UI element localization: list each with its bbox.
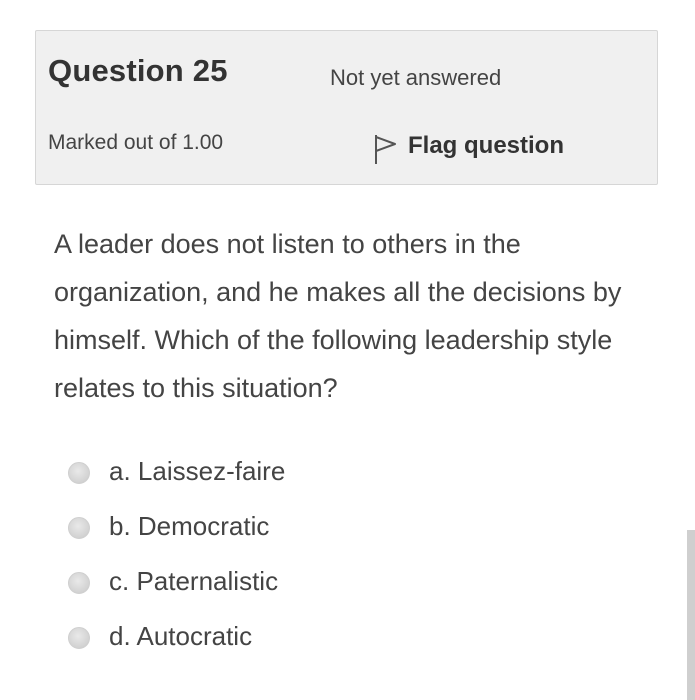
answer-option-a[interactable]: a. Laissez-faire (66, 450, 566, 505)
question-state: Not yet answered (330, 65, 502, 90)
flag-icon (375, 135, 396, 164)
scrollbar[interactable] (687, 530, 695, 700)
question-info-box: Question 25 Not yet answered Marked out … (35, 30, 658, 185)
answer-option-b[interactable]: b. Democratic (66, 505, 566, 560)
answer-option-d[interactable]: d. Autocratic (66, 615, 566, 670)
radio-button-a[interactable] (68, 462, 90, 484)
radio-button-d[interactable] (68, 627, 90, 649)
question-number: 25 (192, 53, 228, 88)
answer-label-b: b. Democratic (109, 511, 270, 541)
flag-question-label: Flag question (408, 132, 564, 159)
flag-question-button[interactable]: Flag question (372, 127, 564, 165)
question-grade: Marked out of 1.00 (48, 131, 224, 154)
answer-list: a. Laissez-faire b. Democratic c. Patern… (66, 450, 566, 670)
answer-label-a: a. Laissez-faire (109, 456, 286, 486)
question-prefix: Question (48, 53, 184, 88)
answer-label-c: c. Paternalistic (109, 566, 279, 596)
question-text: A leader does not listen to others in th… (54, 229, 622, 403)
answer-option-c[interactable]: c. Paternalistic (66, 560, 566, 615)
radio-button-b[interactable] (68, 517, 90, 539)
answer-label-d: d. Autocratic (109, 621, 253, 651)
radio-button-c[interactable] (68, 572, 90, 594)
question-title: Question 25 (48, 53, 228, 89)
